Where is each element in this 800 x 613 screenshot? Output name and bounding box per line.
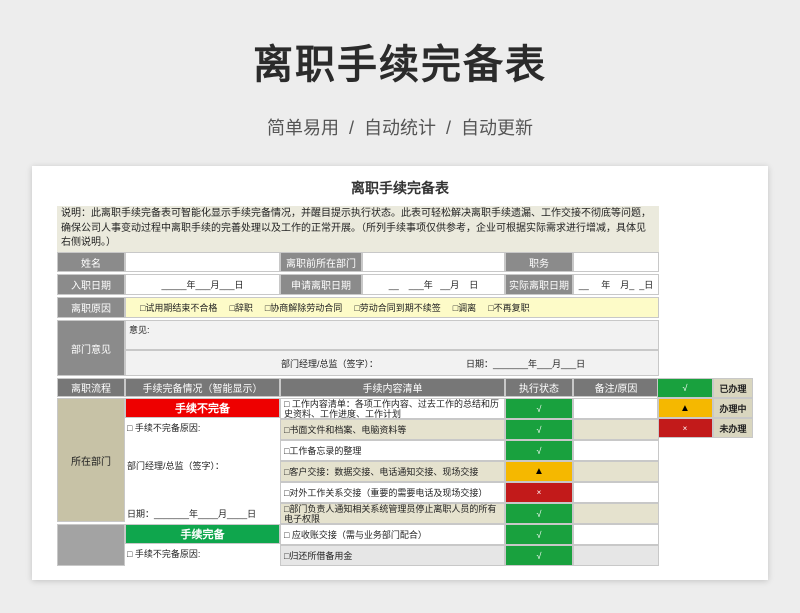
legend-doing-label: 办理中 [713,398,753,418]
dept-label: 离职前所在部门 [280,252,362,272]
legend-doing-icon: ▲ [657,398,713,418]
reason-option[interactable]: □辞职 [229,301,252,314]
exec-status-cell[interactable]: √ [505,419,573,440]
opinion-field[interactable]: 意见: [125,320,659,350]
section1-date: 日期：_______年____月____日 [127,508,257,519]
dept-field[interactable] [362,252,505,272]
apply-date-label: 申请离职日期 [280,274,362,295]
section-finance-label [57,524,125,566]
flow-header: 离职流程 [57,378,125,397]
exec-status-cell[interactable]: √ [505,545,573,566]
opinion-date: 日期：_______年___月___日 [466,358,586,369]
note-cell[interactable] [573,440,659,461]
dept-opinion-label: 部门意见 [57,320,125,376]
opinion-sign-row: 部门经理/总监（签字）： 日期：_______年___月___日 [125,350,659,376]
legend-done-icon: √ [657,378,713,398]
hero-title: 离职手续完备表 [253,43,547,87]
note-cell[interactable] [573,545,659,566]
note-header: 备注/原因 [573,378,659,397]
position-field[interactable] [573,252,659,272]
exec-status-cell[interactable]: × [505,482,573,503]
note-cell[interactable] [573,524,659,545]
task-row[interactable]: □部门负责人通知相关系统管理员停止离职人员的所有电子权限 [280,503,505,524]
reason-option[interactable]: □协商解除劳动合同 [265,301,342,314]
note-cell[interactable] [573,503,659,524]
opinion-sign: 部门经理/总监（签字）： [281,358,379,369]
actual-date-field[interactable]: __ 年 月_ _日 [573,274,659,295]
legend-done-label: 已办理 [713,378,753,398]
status-smart-header: 手续完备情况（智能显示） [125,378,280,397]
incomplete-banner: 手续不完备 [125,398,280,418]
complete-banner: 手续完备 [125,524,280,544]
section-dept-label: 所在部门 [57,398,125,522]
reason-option[interactable]: □调离 [453,301,476,314]
exec-status-header: 执行状态 [505,378,573,397]
legend-todo-icon: × [657,418,713,438]
hero-subtitle: 简单易用 / 自动统计 / 自动更新 [266,118,533,138]
exec-status-cell[interactable]: √ [505,524,573,545]
name-label: 姓名 [57,252,125,272]
opinion-label: 意见: [129,325,150,335]
note-cell[interactable] [573,419,659,440]
task-row[interactable]: □归还所借备用金 [280,545,505,566]
task-row[interactable]: □工作备忘录的整理 [280,440,505,461]
entry-date-field[interactable]: _____年___月___日 [125,274,280,295]
name-field[interactable] [125,252,280,272]
exec-status-cell[interactable]: √ [505,440,573,461]
note-cell[interactable] [573,398,659,419]
description-box: 说明：此离职手续完备表可智能化显示手续完备情况，并醒目提示执行状态。此表可轻松解… [57,206,659,252]
position-label: 职务 [505,252,573,272]
actual-date-label: 实际离职日期 [505,274,573,295]
sheet-title: 离职手续完备表 [351,180,449,196]
task-row[interactable]: □对外工作关系交接（重要的需要电话及现场交接） [280,482,505,503]
exec-status-cell[interactable]: ▲ [505,461,573,482]
section1-sign: 部门经理/总监（签字）： [127,460,225,471]
exec-status-cell[interactable]: √ [505,398,573,419]
reason-option[interactable]: □不再复职 [488,301,529,314]
apply-date-field[interactable]: __ ___年 __月 日 [362,274,505,295]
reason-label: 离职原因 [57,297,125,318]
content-header: 手续内容清单 [280,378,505,397]
task-row[interactable]: □书面文件和档案、电脑资料等 [280,419,505,440]
reason-options[interactable]: □试用期结束不合格 □辞职 □协商解除劳动合同 □劳动合同到期不续签 □调离 □… [125,297,659,318]
incomplete-reason[interactable]: □ 手续不完备原因: [125,418,280,436]
task-row[interactable]: □客户交接：数据交接、电话通知交接、现场交接 [280,461,505,482]
entry-date-label: 入职日期 [57,274,125,295]
task-row[interactable]: □ 工作内容清单：各项工作内容、过去工作的总结和历史资料、工作进度、工作计划 [280,398,505,419]
reason-option[interactable]: □劳动合同到期不续签 [354,301,440,314]
spreadsheet-sheet: 离职手续完备表 说明：此离职手续完备表可智能化显示手续完备情况，并醒目提示执行状… [32,166,768,580]
note-cell[interactable] [573,461,659,482]
exec-status-cell[interactable]: √ [505,503,573,524]
complete-reason[interactable]: □ 手续不完备原因: [125,544,280,562]
task-row[interactable]: □ 应收账交接（需与业务部门配合） [280,524,505,545]
legend-todo-label: 未办理 [713,418,753,438]
note-cell[interactable] [573,482,659,503]
reason-option[interactable]: □试用期结束不合格 [140,301,217,314]
